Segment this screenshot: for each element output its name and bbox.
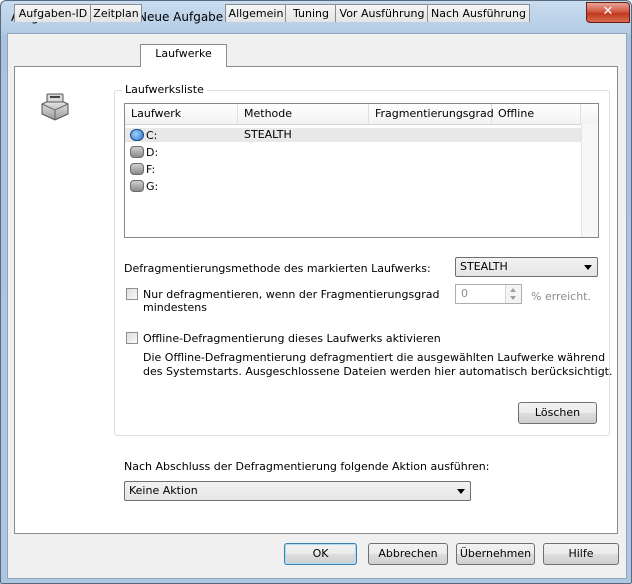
drive-icon	[130, 163, 144, 175]
column-header-methode[interactable]: Methode	[238, 104, 369, 124]
column-header-fragmentierungsgrad[interactable]: Fragmentierungsgrad	[369, 104, 494, 124]
spinner-down-icon[interactable]	[510, 296, 516, 300]
tab-tuning[interactable]: Tuning	[285, 4, 337, 22]
offline-desc-line2: des Systemstarts. Ausgeschlossene Dateie…	[143, 365, 613, 378]
tab-zeitplan[interactable]: Zeitplan	[90, 4, 142, 22]
only-defrag-checkbox[interactable]	[126, 288, 138, 300]
drive-list-scrollbar[interactable]	[581, 124, 598, 237]
threshold-value: 0	[461, 287, 468, 300]
system-drive-icon	[130, 129, 144, 141]
cancel-button[interactable]: Abbrechen	[368, 543, 448, 565]
apply-button[interactable]: Übernehmen	[456, 543, 535, 565]
offline-defrag-checkbox[interactable]	[126, 332, 138, 344]
fragmentation-threshold-spinner[interactable]: 0	[455, 284, 522, 304]
drive-row-c[interactable]: C: STEALTH	[125, 128, 581, 142]
only-defrag-label-line2: mindestens	[143, 301, 208, 314]
column-header-laufwerk[interactable]: Laufwerk	[125, 104, 238, 124]
after-action-value: Keine Aktion	[129, 484, 198, 497]
drive-letter: G:	[146, 179, 159, 193]
close-button[interactable]: ✕	[586, 2, 630, 23]
tab-vor-ausfuehrung[interactable]: Vor Ausführung	[335, 4, 429, 22]
chevron-down-icon	[584, 265, 592, 270]
tab-nach-ausfuehrung[interactable]: Nach Ausführung	[427, 4, 530, 22]
after-action-dropdown[interactable]: Keine Aktion	[124, 481, 471, 501]
only-defrag-label-line1: Nur defragmentieren, wenn der Fragmentie…	[143, 288, 440, 301]
drive-letter: D:	[146, 145, 159, 159]
drive-method: STEALTH	[244, 128, 292, 141]
drive-row-g[interactable]: G:	[125, 179, 581, 193]
help-button[interactable]: Hilfe	[543, 543, 619, 565]
column-header-offline[interactable]: Offline	[492, 104, 581, 124]
hard-drive-icon	[41, 93, 69, 121]
tab-allgemein[interactable]: Allgemein	[225, 4, 287, 22]
spinner-up-icon[interactable]	[510, 288, 516, 292]
spinner-buttons[interactable]	[505, 285, 521, 303]
after-action-label: Nach Abschluss der Defragmentierung folg…	[124, 460, 490, 473]
method-dropdown-value: STEALTH	[460, 260, 508, 273]
drive-list-header: Laufwerk Methode Fragmentierungsgrad Off…	[125, 104, 598, 125]
drive-icon	[130, 146, 144, 158]
drive-row-f[interactable]: F:	[125, 162, 581, 176]
tab-aufgaben-id[interactable]: Aufgaben-ID	[14, 4, 92, 22]
method-dropdown[interactable]: STEALTH	[455, 257, 598, 277]
tab-laufwerke[interactable]: Laufwerke	[140, 44, 227, 67]
chevron-down-icon	[457, 489, 465, 494]
drive-row-d[interactable]: D:	[125, 145, 581, 159]
drive-list-group-label: Laufwerksliste	[122, 83, 207, 96]
delete-button[interactable]: Löschen	[518, 402, 597, 424]
close-icon: ✕	[602, 4, 614, 19]
drive-letter: F:	[146, 162, 156, 176]
drive-list[interactable]: Laufwerk Methode Fragmentierungsgrad Off…	[124, 103, 599, 238]
drive-icon	[130, 180, 144, 192]
method-label: Defragmentierungsmethode des markierten …	[124, 262, 431, 275]
threshold-suffix: % erreicht.	[531, 290, 591, 303]
drive-letter: C:	[146, 128, 158, 142]
ok-button[interactable]: OK	[284, 543, 357, 565]
offline-defrag-label: Offline-Defragmentierung dieses Laufwerk…	[143, 332, 441, 345]
offline-desc-line1: Die Offline-Defragmentierung defragmenti…	[143, 351, 606, 364]
